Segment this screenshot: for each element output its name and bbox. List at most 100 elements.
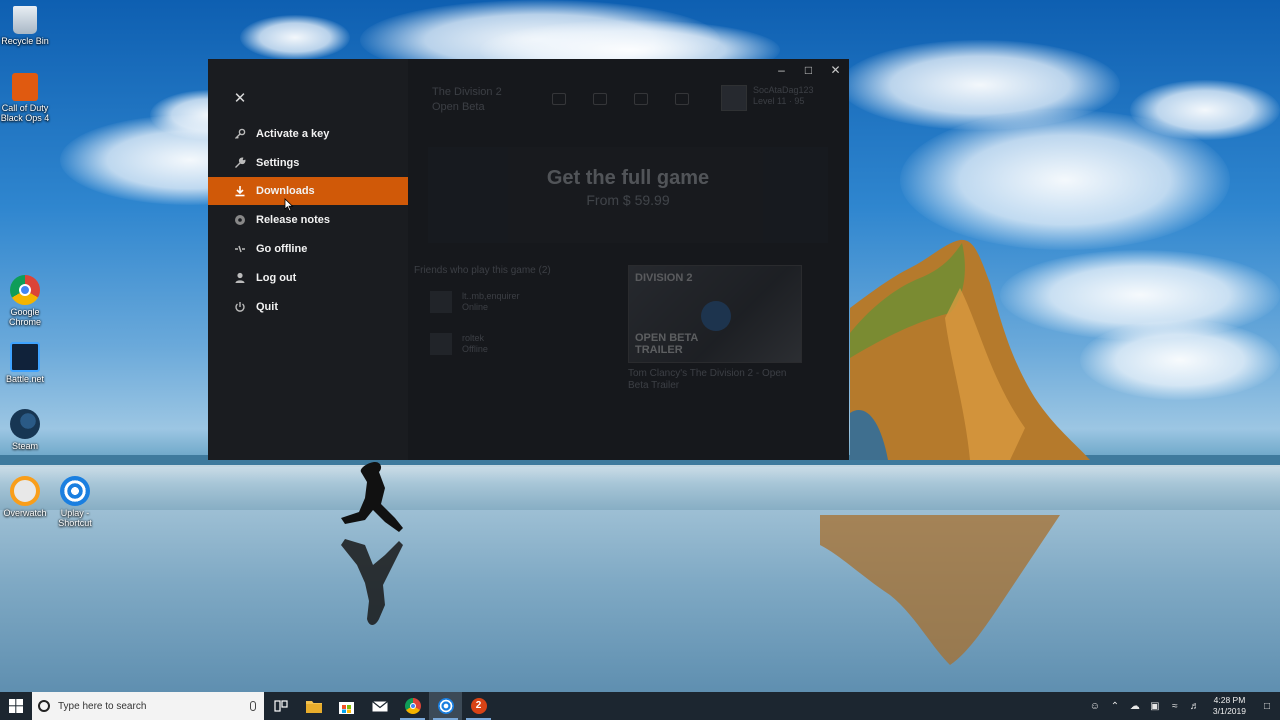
desktop-icon-uplay[interactable]: Uplay - Shortcut: [48, 476, 102, 528]
menu-item-quit[interactable]: Quit: [208, 293, 408, 321]
menu-item-log-out[interactable]: Log out: [208, 264, 408, 292]
clock-date: 3/1/2019: [1212, 706, 1246, 716]
wrench-icon: [234, 157, 246, 169]
uplay-icon: [60, 476, 90, 506]
disc-icon: [234, 214, 246, 226]
mail-icon: [371, 700, 388, 711]
key-icon: [234, 128, 246, 140]
search-placeholder: Type here to search: [58, 700, 147, 712]
onedrive-icon[interactable]: ☁: [1127, 692, 1143, 720]
uplay-icon: [437, 698, 454, 714]
menu-item-label: Activate a key: [256, 128, 330, 140]
buy-game-banner[interactable]: Get the full game From $ 59.99: [428, 147, 828, 243]
trailer-thumbnail[interactable]: DIVISION 2 OPEN BETA TRAILER: [628, 265, 802, 363]
profile-units: 95: [794, 96, 805, 106]
menu-item-go-offline[interactable]: Go offline: [208, 235, 408, 263]
menu-item-activate-key[interactable]: Activate a key: [208, 120, 408, 148]
menu-item-label: Settings: [256, 157, 300, 169]
rock-arch-image: [850, 239, 1090, 460]
black-ops-4-icon: [12, 73, 38, 101]
game-title: The Division 2 Open Beta: [432, 85, 502, 115]
notifications-icon[interactable]: □: [1256, 692, 1278, 720]
avatar: [721, 85, 747, 111]
profile-widget[interactable]: SocAtaDag123 Level 11 · 95: [721, 85, 814, 111]
friend-name: lt..mb,enquirer: [462, 291, 520, 301]
task-view-button[interactable]: [264, 692, 297, 720]
trailer-brand: DIVISION 2: [635, 272, 693, 284]
trailer-caption[interactable]: Tom Clancy's The Division 2 - Open Beta …: [628, 368, 808, 392]
menu-item-label: Downloads: [256, 185, 315, 197]
chat-icon[interactable]: [634, 93, 648, 105]
top-nav-icons: [552, 93, 689, 105]
desktop-icon-black-ops-4[interactable]: Call of Duty Black Ops 4: [0, 73, 52, 123]
window-controls: – □ ✕: [768, 59, 849, 81]
profile-level: Level 11: [753, 96, 787, 106]
desktop-icon-steam[interactable]: Steam: [0, 409, 52, 451]
close-window-icon[interactable]: ✕: [822, 59, 849, 81]
power-icon: [234, 301, 246, 313]
friend-row[interactable]: lt..mb,enquirer Online: [430, 291, 520, 313]
desktop-icon-overwatch[interactable]: Overwatch: [0, 476, 52, 518]
taskbar-division2[interactable]: 2: [462, 692, 495, 720]
microphone-icon[interactable]: [250, 701, 256, 711]
system-tray: ☺ ⌃ ☁ ▣ ≈ ♬ 4:28 PM 3/1/2019 □: [1085, 692, 1280, 720]
game-page: The Division 2 Open Beta SocAtaDag123 Le…: [408, 59, 849, 460]
taskbar-clock[interactable]: 4:28 PM 3/1/2019: [1205, 695, 1254, 717]
key-icon[interactable]: [593, 93, 607, 105]
taskbar-file-explorer[interactable]: [297, 692, 330, 720]
friends-icon[interactable]: [675, 93, 689, 105]
taskbar-search-box[interactable]: Type here to search: [32, 692, 264, 720]
minimize-icon[interactable]: –: [768, 59, 795, 81]
battlenet-icon: [10, 342, 40, 372]
menu-item-downloads[interactable]: Downloads: [208, 177, 408, 205]
menu-item-label: Quit: [256, 301, 278, 313]
chevron-up-icon[interactable]: ⌃: [1107, 692, 1123, 720]
friends-title: Friends who play this game (2): [414, 265, 551, 276]
overwatch-icon: [10, 476, 40, 506]
start-button[interactable]: [0, 692, 32, 720]
folder-icon: [305, 700, 322, 713]
steam-icon: [10, 409, 40, 439]
taskbar-chrome[interactable]: [396, 692, 429, 720]
chrome-icon: [10, 275, 40, 305]
menu-item-label: Go offline: [256, 243, 308, 255]
task-view-icon: [273, 700, 288, 712]
people-icon[interactable]: ☺: [1087, 692, 1103, 720]
runner-silhouette-image: [341, 462, 403, 532]
promo-title: Get the full game: [546, 167, 710, 189]
play-icon[interactable]: [701, 301, 731, 331]
menu-item-settings[interactable]: Settings: [208, 149, 408, 177]
maximize-icon[interactable]: □: [795, 59, 822, 81]
cart-icon[interactable]: [552, 93, 566, 105]
close-icon[interactable]: ✕: [232, 91, 248, 107]
side-menu: ✕ Activate a key Settings Downloads Rele…: [208, 59, 408, 460]
desktop-icon-chrome[interactable]: Google Chrome: [0, 275, 52, 327]
wifi-icon[interactable]: ≈: [1167, 692, 1183, 720]
network-icon[interactable]: ▣: [1147, 692, 1163, 720]
store-icon: [339, 701, 354, 714]
desktop-icon-battlenet[interactable]: Battle.net: [0, 342, 52, 384]
download-icon: [234, 185, 246, 197]
desktop-icon-recycle-bin[interactable]: Recycle Bin: [0, 6, 52, 46]
cortana-icon: [38, 700, 50, 712]
taskbar-uplay[interactable]: [429, 692, 462, 720]
menu-item-release-notes[interactable]: Release notes: [208, 206, 408, 234]
profile-name: SocAtaDag123: [753, 85, 814, 95]
friend-avatar: [430, 333, 452, 355]
friend-status: Offline: [462, 344, 488, 354]
taskbar-store[interactable]: [330, 692, 363, 720]
menu-item-label: Release notes: [256, 214, 330, 226]
clock-time: 4:28 PM: [1213, 695, 1246, 705]
friend-name: roltek: [462, 333, 485, 343]
friend-row[interactable]: roltek Offline: [430, 333, 488, 355]
volume-icon[interactable]: ♬: [1187, 692, 1203, 720]
windows-logo-icon: [9, 699, 23, 713]
runner-reflection-image: [341, 539, 403, 625]
trailer-tag: OPEN BETA TRAILER: [635, 332, 698, 356]
taskbar-mail[interactable]: [363, 692, 396, 720]
chrome-icon: [404, 698, 421, 714]
division-2-icon: 2: [470, 698, 487, 714]
game-title-line2: Open Beta: [432, 101, 485, 113]
person-icon: [234, 272, 246, 284]
uplay-window: The Division 2 Open Beta SocAtaDag123 Le…: [208, 59, 849, 460]
